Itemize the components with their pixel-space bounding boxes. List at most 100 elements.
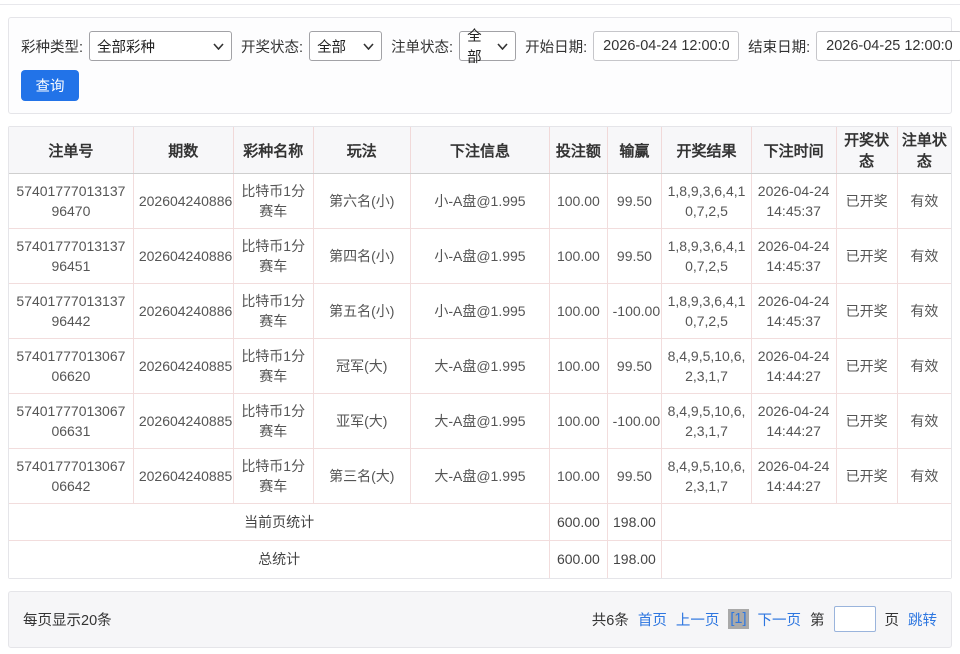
table-header-row: 注单号 期数 彩种名称 玩法 下注信息 投注额 输赢 开奖结果 下注时间 开奖状…: [9, 127, 951, 174]
column-header-bet-no: 注单号: [9, 127, 133, 174]
table-cell: 202604240886: [133, 229, 233, 284]
table-cell: 第四名(小): [313, 229, 410, 284]
lottery-type-value: 全部彩种: [97, 36, 155, 57]
table-cell: 99.50: [607, 174, 662, 229]
query-button[interactable]: 查询: [21, 70, 79, 101]
summary-label: 总统计: [9, 541, 550, 578]
table-cell: 第五名(小): [313, 284, 410, 339]
column-header-play-type: 玩法: [313, 127, 410, 174]
table-cell: 99.50: [607, 449, 662, 504]
chevron-down-icon: [213, 43, 224, 50]
jump-link[interactable]: 跳转: [908, 609, 937, 630]
table-cell: 2026-04-24 14:44:27: [751, 339, 836, 394]
table-cell: 已开奖: [836, 339, 897, 394]
table-cell: -100.00: [607, 284, 662, 339]
start-date-label: 开始日期:: [525, 36, 587, 57]
table-cell: 2026-04-24 14:45:37: [751, 229, 836, 284]
summary-empty-cell: [662, 504, 951, 541]
table-cell: 已开奖: [836, 174, 897, 229]
column-header-draw-result: 开奖结果: [662, 127, 751, 174]
lottery-type-select[interactable]: 全部彩种: [89, 31, 232, 61]
column-header-win-loss: 输赢: [607, 127, 662, 174]
table-cell: 5740177701306706620: [9, 339, 133, 394]
chevron-down-icon: [497, 43, 508, 50]
table-cell: 冠军(大): [313, 339, 410, 394]
current-page[interactable]: [1]: [728, 609, 748, 629]
table-cell: 比特币1分赛车: [233, 284, 313, 339]
bet-status-value: 全部: [467, 25, 491, 67]
start-date-group: 开始日期:: [525, 31, 739, 61]
table-row: 5740177701313796451202604240886比特币1分赛车第四…: [9, 229, 951, 284]
table-cell: 比特币1分赛车: [233, 229, 313, 284]
draw-status-group: 开奖状态: 全部: [241, 31, 382, 61]
table-cell: 比特币1分赛车: [233, 449, 313, 504]
chevron-down-icon: [363, 43, 374, 50]
table-cell: 5740177701313796451: [9, 229, 133, 284]
table-cell: 1,8,9,3,6,4,10,7,2,5: [662, 174, 751, 229]
table-cell: 100.00: [550, 284, 607, 339]
bet-table: 注单号 期数 彩种名称 玩法 下注信息 投注额 输赢 开奖结果 下注时间 开奖状…: [9, 127, 951, 578]
total-count: 共6条: [592, 609, 629, 630]
table-cell: 100.00: [550, 394, 607, 449]
table-cell: 8,4,9,5,10,6,2,3,1,7: [662, 339, 751, 394]
lottery-type-group: 彩种类型: 全部彩种: [21, 31, 232, 61]
column-header-bet-info: 下注信息: [410, 127, 549, 174]
summary-bet-amount: 600.00: [550, 504, 607, 541]
table-row: 5740177701306706631202604240885比特币1分赛车亚军…: [9, 394, 951, 449]
bet-status-label: 注单状态:: [391, 36, 453, 57]
start-date-input[interactable]: [593, 31, 739, 61]
table-cell: 8,4,9,5,10,6,2,3,1,7: [662, 449, 751, 504]
column-header-bet-status: 注单状态: [897, 127, 951, 174]
table-cell: 小-A盘@1.995: [410, 229, 549, 284]
table-cell: 有效: [897, 394, 951, 449]
next-page-link[interactable]: 下一页: [758, 609, 802, 630]
table-cell: 99.50: [607, 339, 662, 394]
lottery-type-label: 彩种类型:: [21, 36, 83, 57]
pagination-bar: 每页显示20条 共6条 首页 上一页 [1] 下一页 第 页 跳转: [8, 591, 952, 648]
summary-win-loss: 198.00: [607, 504, 662, 541]
draw-status-select[interactable]: 全部: [309, 31, 382, 61]
table-cell: 5740177701306706631: [9, 394, 133, 449]
draw-status-label: 开奖状态:: [241, 36, 303, 57]
table-cell: 小-A盘@1.995: [410, 174, 549, 229]
column-header-period: 期数: [133, 127, 233, 174]
table-cell: 202604240885: [133, 339, 233, 394]
first-page-link[interactable]: 首页: [638, 609, 667, 630]
end-date-input[interactable]: [816, 31, 960, 61]
table-cell: 2026-04-24 14:44:27: [751, 394, 836, 449]
table-cell: 大-A盘@1.995: [410, 449, 549, 504]
prev-page-link[interactable]: 上一页: [676, 609, 720, 630]
end-date-label: 结束日期:: [748, 36, 810, 57]
table-cell: 5740177701313796442: [9, 284, 133, 339]
table-cell: 比特币1分赛车: [233, 174, 313, 229]
table-row: 5740177701313796470202604240886比特币1分赛车第六…: [9, 174, 951, 229]
table-cell: 已开奖: [836, 449, 897, 504]
table-cell: 2026-04-24 14:45:37: [751, 174, 836, 229]
table-cell: 1,8,9,3,6,4,10,7,2,5: [662, 284, 751, 339]
filter-panel: 彩种类型: 全部彩种 开奖状态: 全部 注单状态:: [8, 17, 952, 114]
table-cell: 有效: [897, 339, 951, 394]
summary-empty-cell: [662, 541, 951, 578]
summary-win-loss: 198.00: [607, 541, 662, 578]
table-cell: 有效: [897, 174, 951, 229]
table-cell: 100.00: [550, 339, 607, 394]
pager: 共6条 首页 上一页 [1] 下一页 第 页 跳转: [592, 606, 937, 632]
bet-table-panel: 注单号 期数 彩种名称 玩法 下注信息 投注额 输赢 开奖结果 下注时间 开奖状…: [8, 126, 952, 579]
table-cell: 100.00: [550, 449, 607, 504]
summary-row-total: 总统计 600.00 198.00: [9, 541, 951, 578]
table-cell: 5740177701306706642: [9, 449, 133, 504]
table-cell: 2026-04-24 14:44:27: [751, 449, 836, 504]
page-word-suffix: 页: [885, 609, 900, 630]
table-cell: 100.00: [550, 174, 607, 229]
column-header-draw-status: 开奖状态: [836, 127, 897, 174]
table-cell: 202604240886: [133, 174, 233, 229]
bet-status-group: 注单状态: 全部: [391, 31, 516, 61]
bet-status-select[interactable]: 全部: [459, 31, 516, 61]
column-header-bet-time: 下注时间: [751, 127, 836, 174]
draw-status-value: 全部: [317, 36, 346, 57]
table-cell: 8,4,9,5,10,6,2,3,1,7: [662, 394, 751, 449]
page-number-input[interactable]: [834, 606, 876, 632]
table-cell: 亚军(大): [313, 394, 410, 449]
table-cell: 第六名(小): [313, 174, 410, 229]
table-cell: 小-A盘@1.995: [410, 284, 549, 339]
